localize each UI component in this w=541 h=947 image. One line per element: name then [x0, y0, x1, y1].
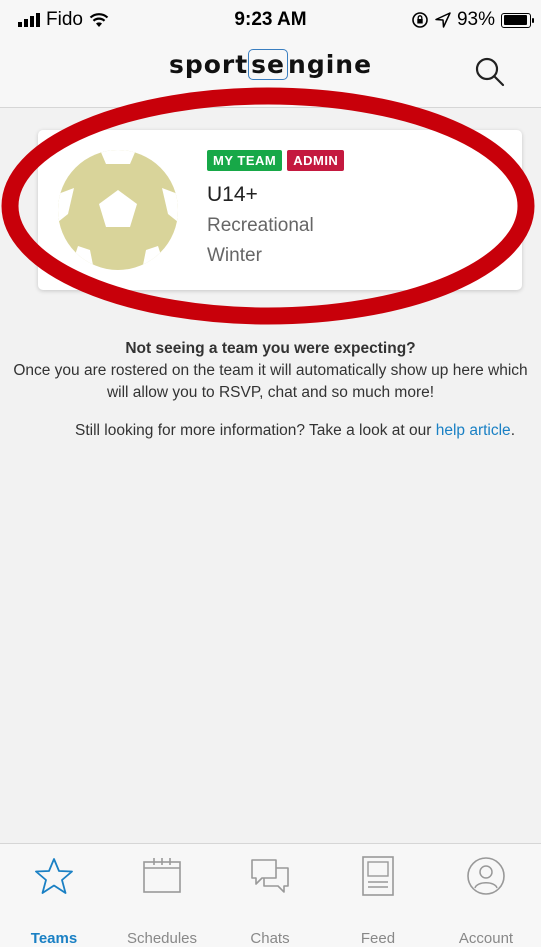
tab-feed[interactable]: Feed — [324, 844, 432, 947]
feed-icon — [362, 856, 394, 896]
search-icon — [475, 57, 505, 87]
search-button[interactable] — [474, 56, 506, 88]
info-help: Still looking for more information? Take… — [60, 420, 530, 442]
tab-label-schedules: Schedules — [126, 930, 198, 947]
battery-level — [503, 15, 527, 25]
sportsengine-logo: sport se ngine — [0, 49, 541, 80]
tab-chats[interactable]: Chats — [216, 844, 324, 947]
chat-icon — [251, 859, 289, 893]
tab-label-teams: Teams — [30, 930, 78, 947]
star-icon — [35, 858, 73, 894]
status-bar: Fido 9:23 AM 93% — [0, 0, 541, 40]
help-prefix: Still looking for more information? Take… — [75, 422, 432, 439]
soccer-ball-icon — [58, 150, 178, 270]
account-icon — [467, 857, 505, 895]
team-badges: MY TEAM ADMIN — [207, 150, 345, 171]
logo-part-1: sport — [168, 50, 249, 79]
info-body: Once you are rostered on the team it wil… — [13, 362, 528, 401]
tab-label-account: Account — [458, 930, 514, 947]
help-article-link[interactable]: help article — [436, 422, 511, 439]
tab-teams[interactable]: Teams — [0, 844, 108, 947]
help-suffix: . — [510, 422, 515, 439]
app-header: sport se ngine — [0, 40, 541, 108]
team-name: U14+ — [207, 183, 258, 206]
my-team-badge: MY TEAM — [207, 150, 283, 171]
team-card[interactable]: MY TEAM ADMIN U14+ Recreational Winter — [38, 130, 522, 290]
battery-percent: 93% — [456, 9, 495, 30]
tab-account[interactable]: Account — [432, 844, 540, 947]
location-icon — [435, 12, 451, 28]
tab-schedules[interactable]: Schedules — [108, 844, 216, 947]
logo-part-3: ngine — [288, 50, 373, 79]
orientation-lock-icon — [412, 12, 428, 28]
tab-label-chats: Chats — [250, 930, 290, 947]
admin-badge: ADMIN — [287, 150, 345, 171]
team-program: Recreational — [207, 215, 314, 236]
status-right: 93% — [411, 9, 534, 31]
tab-bar: Teams Schedules Chats Feed Account — [0, 843, 541, 947]
team-season: Winter — [207, 245, 262, 266]
logo-part-2: se — [248, 49, 289, 80]
calendar-icon — [143, 858, 181, 893]
tab-label-feed: Feed — [360, 930, 396, 947]
info-title: Not seeing a team you were expecting? — [125, 340, 416, 357]
battery-icon — [501, 12, 534, 28]
